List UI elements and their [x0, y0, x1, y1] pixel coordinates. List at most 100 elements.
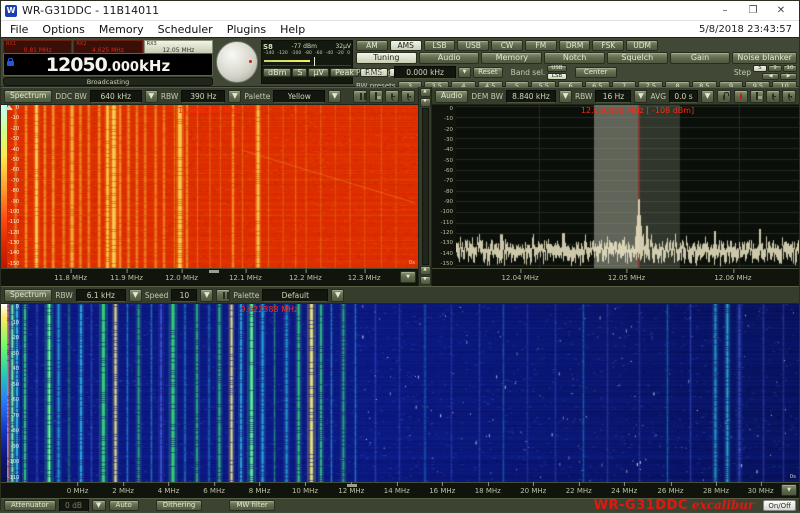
mode-button[interactable]: FM	[525, 40, 557, 51]
ddc-rbw-dropdown-icon[interactable]: ▼	[228, 90, 241, 103]
zoom-in-icon[interactable]	[401, 90, 415, 103]
settings-tab[interactable]: Audio	[419, 52, 480, 64]
zoom-out2-icon[interactable]	[766, 90, 780, 103]
mode-button[interactable]: AM	[356, 40, 388, 51]
attenuator-auto-button[interactable]: Auto	[109, 500, 139, 511]
settings-tab[interactable]: Memory	[481, 52, 542, 64]
save-icon[interactable]	[369, 90, 383, 103]
attenuator-dropdown-icon[interactable]: ▼	[92, 500, 106, 511]
mode-button[interactable]: LSB	[424, 40, 456, 51]
scale-down-icon[interactable]: ▼	[420, 98, 431, 107]
scale-splitter[interactable]: ▲ ▼ ▲ ▼	[419, 87, 432, 286]
settings-tab[interactable]: Gain	[670, 52, 731, 64]
settings-tab[interactable]: Squelch	[607, 52, 668, 64]
save2-icon[interactable]	[750, 90, 764, 103]
mode-button[interactable]: FSK	[592, 40, 624, 51]
menu-item[interactable]: Options	[35, 23, 91, 36]
ddc-palette-value[interactable]: Yellow	[273, 90, 325, 103]
ddc-spectrum-button[interactable]: Spectrum	[4, 90, 52, 103]
demod-rbw-dropdown-icon[interactable]: ▼	[634, 90, 647, 103]
rx-tab[interactable]: RX1 0.81 MHz	[3, 40, 72, 53]
wideband-frequency-axis[interactable]: 0 MHz2 MHz4 MHz6 MHz8 MHz10 MHz12 MHz14 …	[1, 482, 799, 498]
menu-item[interactable]: Help	[273, 23, 312, 36]
mode-button[interactable]: USB	[457, 40, 489, 51]
wideband-spectrum-button[interactable]: Spectrum	[4, 289, 52, 302]
wb-palette-value[interactable]: Default	[262, 289, 328, 302]
ddc-frequency-axis[interactable]: 11.8 MHz11.9 MHz12.0 MHz12.1 MHz12.2 MHz…	[1, 268, 418, 286]
smeter-unit-button[interactable]: Peak	[330, 68, 359, 77]
wb-palette-dropdown-icon[interactable]: ▼	[331, 289, 344, 302]
pause-icon[interactable]	[353, 90, 367, 103]
frequency-digits[interactable]: 12050	[46, 54, 107, 77]
wb-pause-icon[interactable]	[216, 289, 230, 302]
demod-rbw-value[interactable]: 16 Hz	[595, 90, 631, 103]
ddc-bw-value[interactable]: 640 kHz	[90, 90, 142, 103]
avg-value[interactable]: 0.0 s	[669, 90, 698, 103]
wb-axis-dropdown-icon[interactable]: ▼	[781, 484, 797, 496]
menu-item[interactable]: File	[3, 23, 35, 36]
scale-slider[interactable]	[422, 108, 429, 265]
step-down-icon[interactable]: ◀	[762, 73, 779, 80]
sideband-button[interactable]: USB	[547, 65, 566, 72]
center-button[interactable]: Center	[575, 67, 617, 78]
frequency-display[interactable]: 12050 .000 kHz	[3, 53, 213, 76]
zoom-in2-icon[interactable]	[782, 90, 796, 103]
attenuator-button[interactable]: Attenuator	[4, 500, 56, 511]
mode-button[interactable]: CW	[491, 40, 523, 51]
step-preset-button[interactable]: 5	[753, 65, 767, 72]
ddc-cursor-readout: 11.885294 MHz	[178, 106, 241, 115]
avg-dropdown-icon[interactable]: ▼	[701, 90, 714, 103]
pb-tuning-dropdown-icon[interactable]: ▼	[458, 67, 471, 78]
attenuator-value[interactable]: 0 dB	[59, 499, 89, 512]
smeter-unit-button[interactable]: µV	[308, 68, 329, 77]
tuning-knob[interactable]	[216, 41, 258, 83]
wideband-waterfall[interactable]: 0-10-20-30-40-50-60-70-80-90-100-110 9.0…	[1, 304, 799, 482]
menu-item[interactable]: Memory	[92, 23, 151, 36]
sideband-button[interactable]: LSB	[547, 73, 566, 80]
avg-lock-icon[interactable]	[717, 90, 731, 103]
demod-spectrum-plot[interactable]: 0-10-20-30-40-50-60-70-80-90-100-110-120…	[432, 105, 799, 268]
scale-down2-icon[interactable]: ▼	[420, 276, 431, 285]
ddc-waterfall[interactable]: 0-10-20-30-40-50-60-70-80-90-100-110-120…	[1, 105, 418, 268]
mode-button[interactable]: AMS	[390, 40, 422, 51]
axis-dropdown-icon[interactable]: ▼	[400, 271, 416, 283]
dithering-button[interactable]: Dithering	[156, 500, 203, 511]
pb-reset-button[interactable]: Reset	[473, 67, 503, 78]
smeter-unit-button[interactable]: dBm	[263, 68, 291, 77]
maximize-icon[interactable]: ❐	[739, 2, 767, 20]
mode-button[interactable]: DRM	[559, 40, 591, 51]
mode-button[interactable]: UDM	[626, 40, 658, 51]
frequency-decimals[interactable]: .000	[107, 60, 139, 75]
menu-item[interactable]: Scheduler	[151, 23, 220, 36]
dem-bw-value[interactable]: 8.840 kHz	[506, 90, 556, 103]
wb-rbw-dropdown-icon[interactable]: ▼	[129, 289, 142, 302]
step-preset-button[interactable]: 10	[783, 65, 797, 72]
speed-dropdown-icon[interactable]: ▼	[200, 289, 213, 302]
settings-tab[interactable]: Notch	[544, 52, 605, 64]
settings-tab[interactable]: Noise blanker	[732, 52, 797, 64]
scale-up2-icon[interactable]: ▲	[420, 266, 431, 275]
ddc-palette-dropdown-icon[interactable]: ▼	[328, 90, 341, 103]
audio-spectrum-button[interactable]: Audio	[435, 90, 468, 103]
ddc-rbw-value[interactable]: 390 Hz	[181, 90, 225, 103]
dem-bw-dropdown-icon[interactable]: ▼	[559, 90, 572, 103]
pb-tuning-value[interactable]: 0.000 kHz	[394, 66, 456, 79]
speed-value[interactable]: 10	[171, 289, 197, 302]
step-preset-button[interactable]: 9	[768, 65, 782, 72]
smeter-unit-button[interactable]: S	[292, 68, 307, 77]
step-up-icon[interactable]: ▶	[780, 73, 797, 80]
settings-tab[interactable]: Tuning	[356, 52, 417, 64]
zoom-out-icon[interactable]	[385, 90, 399, 103]
record-icon[interactable]	[734, 90, 748, 103]
wb-rbw-value[interactable]: 6.1 kHz	[76, 289, 126, 302]
mw-filter-button[interactable]: MW filter	[229, 500, 274, 511]
rx-tab[interactable]: RX3 12.05 MHz	[144, 40, 213, 53]
minimize-icon[interactable]: –	[711, 2, 739, 20]
scale-up-icon[interactable]: ▲	[420, 88, 431, 97]
power-button[interactable]: On/Off	[763, 500, 796, 511]
ddc-bw-dropdown-icon[interactable]: ▼	[145, 90, 158, 103]
close-icon[interactable]: ✕	[767, 2, 795, 20]
menu-item[interactable]: Plugins	[220, 23, 273, 36]
demod-frequency-axis[interactable]: 12.04 MHz12.05 MHz12.06 MHz	[432, 268, 799, 286]
rx-tab[interactable]: RX2 4.625 MHz	[73, 40, 142, 53]
